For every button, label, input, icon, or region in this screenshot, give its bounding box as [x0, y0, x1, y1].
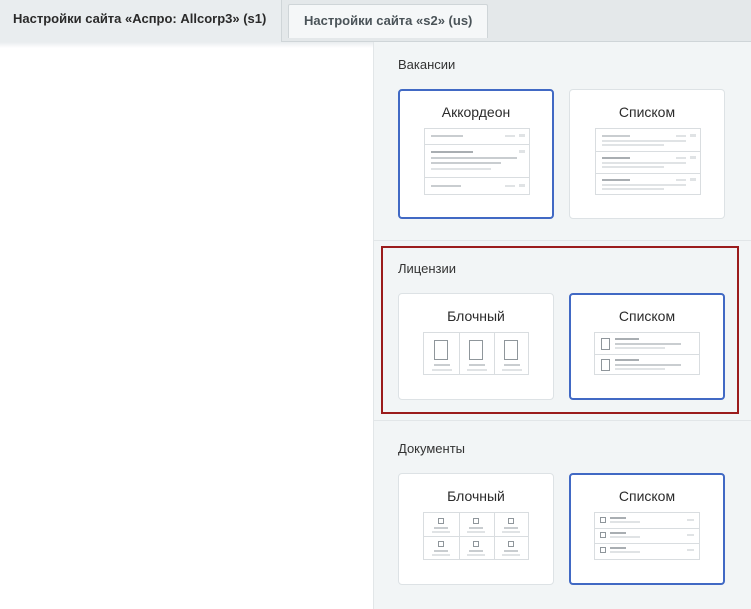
option-documents-list[interactable]: Списком: [569, 473, 725, 585]
option-label: Блочный: [447, 488, 505, 504]
list-preview-icon: [594, 512, 700, 560]
option-documents-blocks[interactable]: Блочный: [398, 473, 554, 585]
tab-bar: Настройки сайта «Аспро: Allcorp3» (s1) Н…: [0, 0, 751, 42]
section-title-documents: Документы: [398, 441, 466, 456]
option-label: Списком: [618, 488, 676, 504]
option-label: Списком: [618, 308, 676, 324]
option-vacancies-accordion[interactable]: Аккордеон: [398, 89, 554, 219]
blocks-preview-icon: [423, 512, 529, 560]
section-licenses: Лицензии Блочный Списком: [374, 240, 751, 420]
tab-site-s2[interactable]: Настройки сайта «s2» (us): [288, 4, 488, 38]
option-licenses-blocks[interactable]: Блочный: [398, 293, 554, 400]
tab-site-s1[interactable]: Настройки сайта «Аспро: Allcorp3» (s1): [0, 0, 282, 42]
section-title-licenses: Лицензии: [398, 261, 456, 276]
section-title-vacancies: Вакансии: [398, 57, 456, 72]
option-label: Аккордеон: [441, 104, 511, 120]
settings-panel: Вакансии Аккордеон Списком Лицензии Блоч…: [373, 42, 751, 609]
list-preview-icon: [595, 128, 701, 195]
section-vacancies: Вакансии Аккордеон Списком: [374, 42, 751, 240]
section-documents: Документы Блочный Списком: [374, 420, 751, 609]
option-label: Блочный: [447, 308, 505, 324]
blocks-preview-icon: [423, 332, 529, 375]
accordion-preview-icon: [424, 128, 530, 195]
list-preview-icon: [594, 332, 700, 375]
option-vacancies-list[interactable]: Списком: [569, 89, 725, 219]
option-licenses-list[interactable]: Списком: [569, 293, 725, 400]
option-label: Списком: [618, 104, 676, 120]
